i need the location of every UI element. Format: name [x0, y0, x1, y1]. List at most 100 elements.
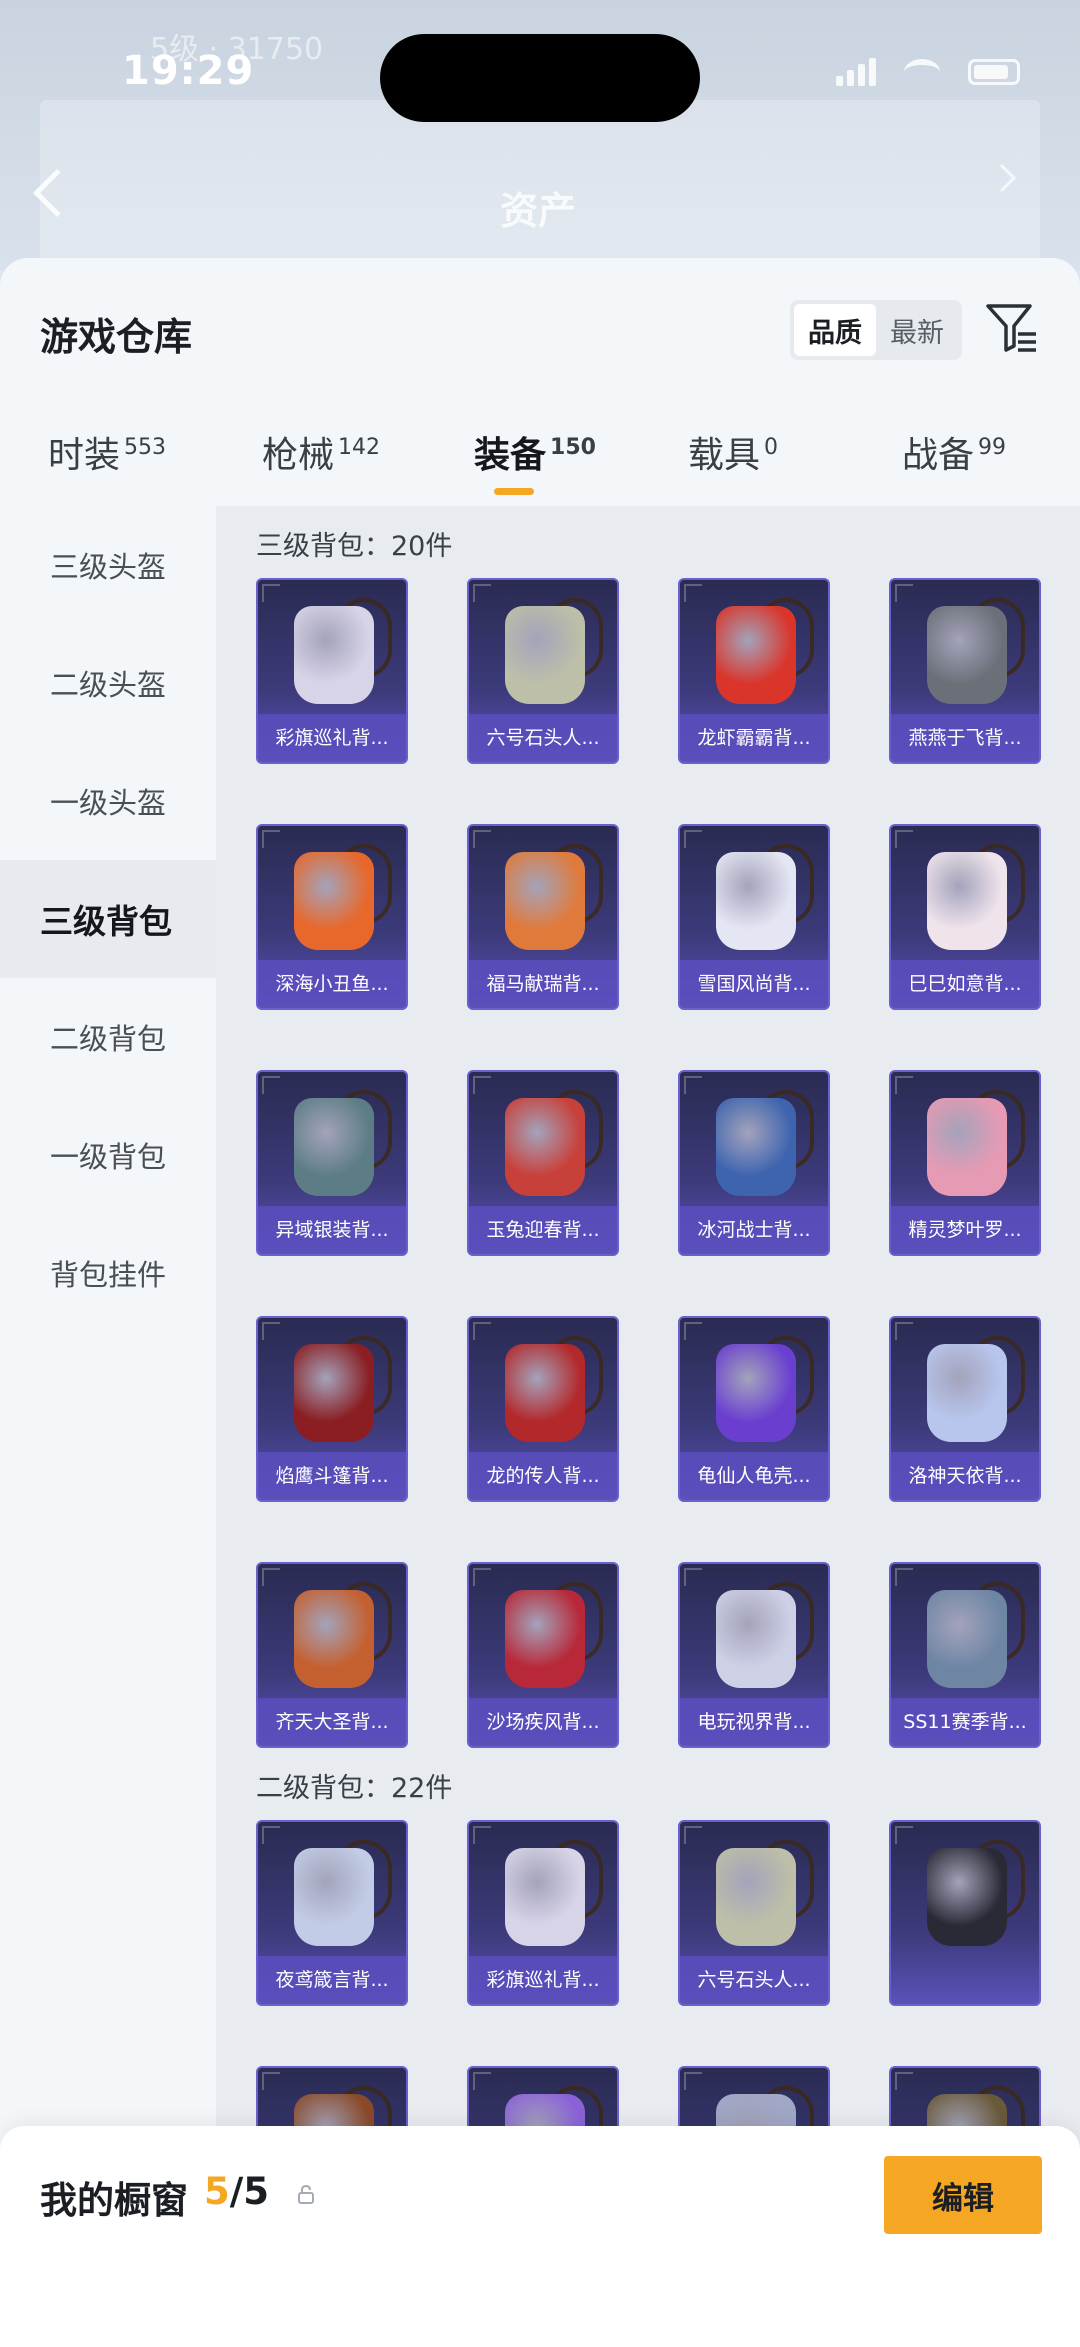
tab-count: 553: [124, 435, 167, 460]
card-corner-decoration: [895, 1826, 913, 1844]
sidebar-item-level3-helmet[interactable]: 三级头盔: [0, 506, 216, 624]
backpack-image: [505, 1344, 585, 1442]
backpack-card[interactable]: 冰河战士背...: [678, 1070, 830, 1256]
tab-label: 枪械: [262, 435, 335, 476]
backpack-card[interactable]: 玉兔迎春背...: [467, 1070, 619, 1256]
subcategory-sidebar: 三级头盔 二级头盔 一级头盔 三级背包 二级背包 一级背包 背包挂件: [0, 506, 216, 2347]
lock-icon: [298, 2184, 314, 2204]
card-corner-decoration: [262, 1322, 280, 1340]
backpack-image: [505, 1590, 585, 1688]
backpack-card[interactable]: 彩旗巡礼背...: [256, 578, 408, 764]
category-tabs: 时装 553 枪械 142 装备 150 载具 0 战备 99: [0, 408, 1080, 508]
tab-combat-gear[interactable]: 战备 99: [902, 426, 1006, 478]
backpack-card[interactable]: 沙场疾风背...: [467, 1562, 619, 1748]
backpack-image: [716, 1590, 796, 1688]
backpack-card[interactable]: 六号石头人...: [678, 1820, 830, 2006]
tab-firearms[interactable]: 枪械 142: [262, 426, 380, 478]
backpack-image: [505, 852, 585, 950]
backpack-card[interactable]: 龟仙人龟壳...: [678, 1316, 830, 1502]
sidebar-item-level2-helmet[interactable]: 二级头盔: [0, 624, 216, 742]
card-corner-decoration: [473, 830, 491, 848]
backpack-name: 焰鹰斗篷背...: [258, 1452, 406, 1496]
filter-icon[interactable]: [984, 300, 1040, 356]
card-corner-decoration: [473, 2072, 491, 2090]
page-title: 游戏仓库: [40, 315, 193, 359]
tab-equipment[interactable]: 装备 150: [474, 426, 596, 478]
active-tab-indicator: [494, 488, 534, 495]
card-corner-decoration: [684, 1322, 702, 1340]
tab-count: 99: [978, 435, 1007, 460]
sidebar-item-level2-backpack[interactable]: 二级背包: [0, 978, 216, 1096]
backpack-card[interactable]: 巳巳如意背...: [889, 824, 1041, 1010]
card-corner-decoration: [684, 1076, 702, 1094]
backpack-name: 异域银装背...: [258, 1206, 406, 1250]
backpack-card[interactable]: [889, 1820, 1041, 2006]
backpack-card[interactable]: 龙的传人背...: [467, 1316, 619, 1502]
backpack-image: [294, 1848, 374, 1946]
backpack-name: 龙的传人背...: [469, 1452, 617, 1496]
backpack-image: [716, 1848, 796, 1946]
backpack-card[interactable]: 彩旗巡礼背...: [467, 1820, 619, 2006]
battery-icon: [968, 59, 1020, 85]
backpack-name: 冰河战士背...: [680, 1206, 828, 1250]
backpack-name: 精灵梦叶罗...: [891, 1206, 1039, 1250]
sort-option-quality[interactable]: 品质: [794, 304, 876, 356]
sidebar-item-level1-helmet[interactable]: 一级头盔: [0, 742, 216, 860]
card-corner-decoration: [895, 1076, 913, 1094]
card-corner-decoration: [262, 584, 280, 602]
backpack-card[interactable]: 六号石头人...: [467, 578, 619, 764]
backpack-name: 夜鸢箴言背...: [258, 1956, 406, 2000]
backpack-name: 齐天大圣背...: [258, 1698, 406, 1742]
backpack-name: 六号石头人...: [680, 1956, 828, 2000]
backpack-name: 雪国风尚背...: [680, 960, 828, 1004]
backpack-name: 洛神天依背...: [891, 1452, 1039, 1496]
card-corner-decoration: [262, 1076, 280, 1094]
backpack-card[interactable]: 焰鹰斗篷背...: [256, 1316, 408, 1502]
backpack-card[interactable]: 电玩视界背...: [678, 1562, 830, 1748]
backpack-image: [716, 606, 796, 704]
backpack-name: 福马献瑞背...: [469, 960, 617, 1004]
sort-option-newest[interactable]: 最新: [876, 304, 958, 356]
sidebar-item-level3-backpack[interactable]: 三级背包: [0, 860, 216, 978]
backpack-card[interactable]: 深海小丑鱼...: [256, 824, 408, 1010]
card-corner-decoration: [684, 2072, 702, 2090]
backpack-name: 六号石头人...: [469, 714, 617, 758]
sidebar-item-backpack-charm[interactable]: 背包挂件: [0, 1214, 216, 1332]
item-grid: 彩旗巡礼背... 六号石头人... 龙虾霸霸背... 燕燕于飞背... 深海小丑鱼...…: [256, 578, 1041, 1748]
backpack-card[interactable]: SS11赛季背...: [889, 1562, 1041, 1748]
backpack-image: [927, 1590, 1007, 1688]
backpack-image: [927, 1098, 1007, 1196]
showcase-title: 我的橱窗: [40, 2179, 188, 2222]
warehouse-sheet: 游戏仓库 品质 最新 时装 553 枪械 142 装备 150 载具 0 战备 99 三级…: [0, 258, 1080, 2347]
tab-fashion[interactable]: 时装 553: [48, 426, 166, 478]
backpack-name: 深海小丑鱼...: [258, 960, 406, 1004]
backpack-name: 龟仙人龟壳...: [680, 1452, 828, 1496]
background-page: 5级 · 31750 19:29 资产: [0, 0, 1080, 270]
backpack-card[interactable]: 雪国风尚背...: [678, 824, 830, 1010]
card-corner-decoration: [895, 1322, 913, 1340]
card-corner-decoration: [473, 1568, 491, 1586]
sidebar-item-level1-backpack[interactable]: 一级背包: [0, 1096, 216, 1214]
backpack-card[interactable]: 夜鸢箴言背...: [256, 1820, 408, 2006]
backpack-card[interactable]: 龙虾霸霸背...: [678, 578, 830, 764]
backpack-name: 彩旗巡礼背...: [258, 714, 406, 758]
backpack-name: 玉兔迎春背...: [469, 1206, 617, 1250]
backpack-card[interactable]: 齐天大圣背...: [256, 1562, 408, 1748]
backpack-card[interactable]: 异域银装背...: [256, 1070, 408, 1256]
card-corner-decoration: [895, 584, 913, 602]
backpack-name: 巳巳如意背...: [891, 960, 1039, 1004]
backpack-card[interactable]: 精灵梦叶罗...: [889, 1070, 1041, 1256]
tab-vehicles[interactable]: 载具 0: [688, 426, 778, 478]
backpack-card[interactable]: 福马献瑞背...: [467, 824, 619, 1010]
edit-button[interactable]: 编辑: [884, 2156, 1042, 2234]
backpack-card[interactable]: 洛神天依背...: [889, 1316, 1041, 1502]
backpack-image: [716, 1344, 796, 1442]
showcase-count: 5/5: [204, 2170, 269, 2213]
backpack-card[interactable]: 燕燕于飞背...: [889, 578, 1041, 764]
backpack-image: [294, 1590, 374, 1688]
showcase-count-total: /5: [229, 2170, 270, 2213]
backpack-image: [294, 606, 374, 704]
backpack-image: [716, 852, 796, 950]
card-corner-decoration: [684, 830, 702, 848]
card-corner-decoration: [473, 584, 491, 602]
